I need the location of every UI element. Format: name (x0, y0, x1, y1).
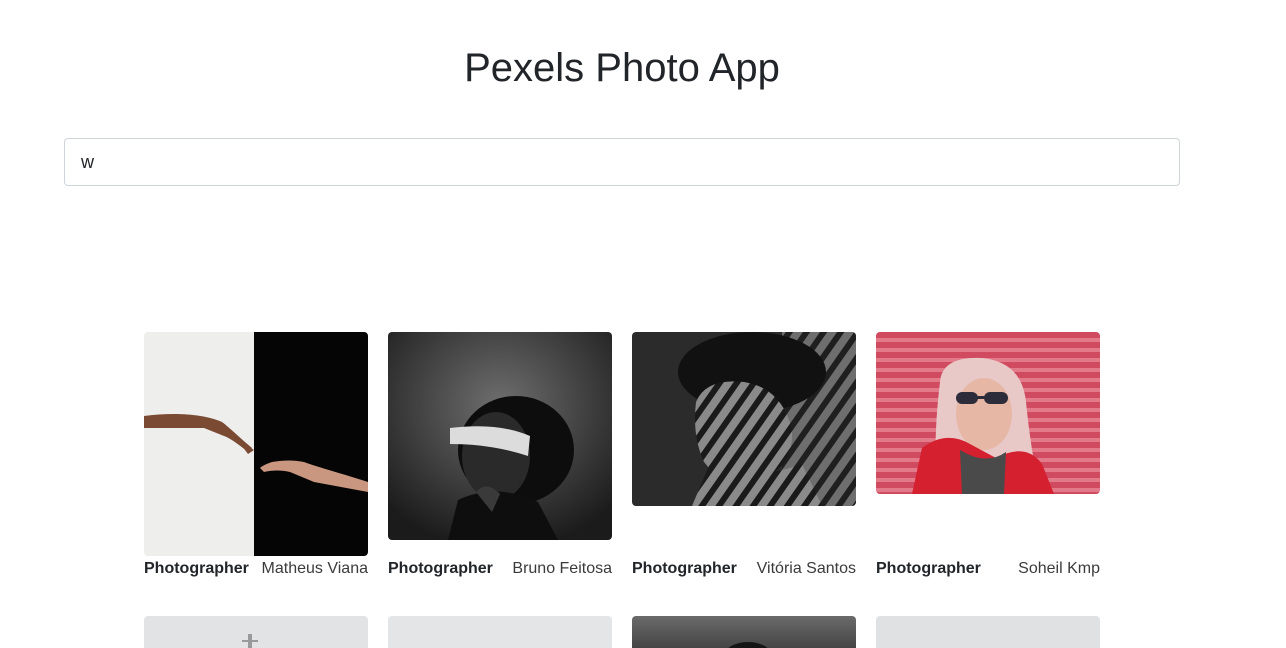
photo-image[interactable] (876, 332, 1100, 494)
photographer-name[interactable]: Bruno Feitosa (512, 560, 612, 578)
app-root: Pexels Photo App Photographer Matheus Vi… (0, 0, 1286, 648)
photo-caption: Photographer Vitória Santos (632, 558, 856, 580)
photographer-label: Photographer (144, 560, 249, 577)
photographer-name[interactable]: Matheus Viana (262, 560, 368, 578)
photo-image[interactable] (876, 616, 1100, 648)
photographer-label: Photographer (388, 560, 493, 577)
photo-image[interactable] (388, 332, 612, 540)
page-title: Pexels Photo App (464, 46, 780, 90)
photo-caption: Photographer Soheil Kmp (876, 558, 1100, 580)
search-input[interactable] (64, 138, 1180, 186)
photo-image[interactable] (144, 616, 368, 648)
photo-caption: Photographer Bruno Feitosa (388, 558, 612, 580)
photo-image[interactable] (144, 332, 368, 556)
photographer-label: Photographer (632, 560, 737, 577)
photo-image[interactable] (388, 616, 612, 648)
photographer-name[interactable]: Soheil Kmp (1018, 560, 1100, 578)
photographer-label: Photographer (876, 560, 981, 577)
photo-image[interactable] (632, 616, 856, 648)
photo-caption: Photographer Matheus Viana (144, 558, 368, 580)
photo-image[interactable] (632, 332, 856, 506)
photographer-name[interactable]: Vitória Santos (757, 560, 856, 578)
